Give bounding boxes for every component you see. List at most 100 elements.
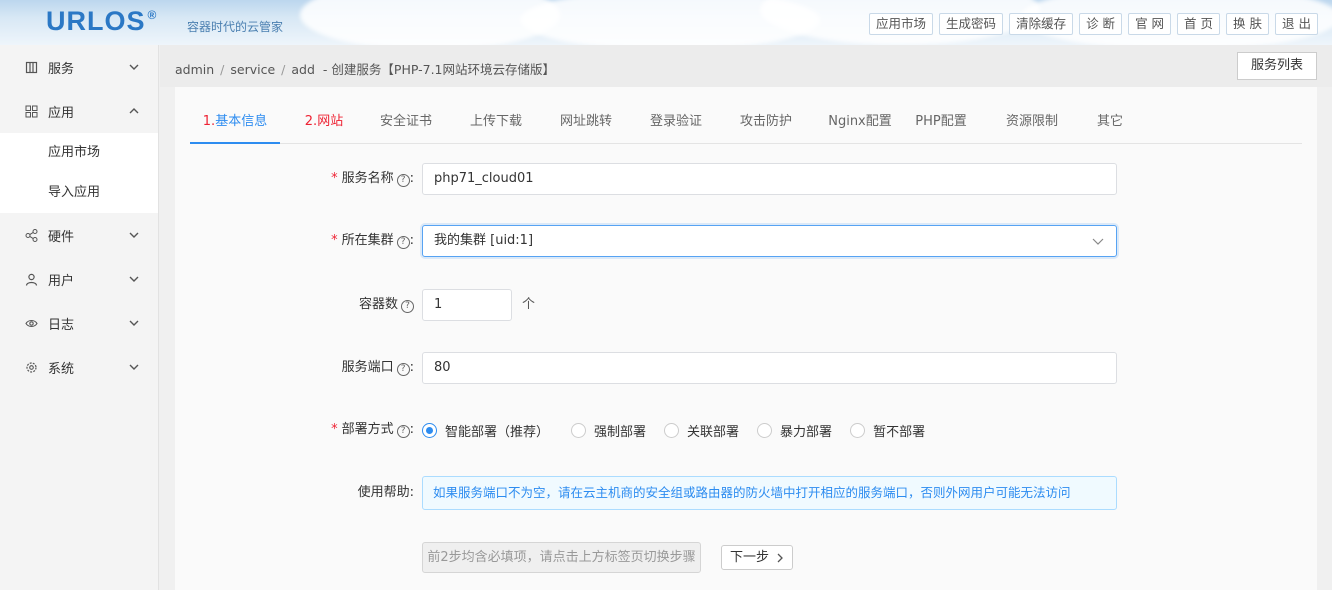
- help-question-icon[interactable]: ?: [396, 174, 410, 187]
- top-link-gen-password[interactable]: 生成密码: [939, 13, 1004, 35]
- radio-label: 强制部署: [594, 424, 647, 440]
- label-text: 所在集群: [341, 233, 394, 248]
- radio-circle[interactable]: [422, 422, 437, 438]
- steps-hint-button: 前2步均含必填项，请点击上方标签页切换步骤: [422, 542, 701, 573]
- radio-label: 关联部署: [687, 424, 740, 440]
- share-nodes-icon: [24, 228, 38, 242]
- sidebar-item-users[interactable]: 用户: [0, 257, 158, 301]
- gear-icon: [24, 360, 38, 374]
- tab-website[interactable]: 2.网站: [294, 106, 354, 144]
- containers-label: 容器数?: [359, 289, 414, 321]
- cluster-select[interactable]: 我的集群 [uid:1]: [422, 225, 1117, 257]
- user-icon: [24, 272, 38, 286]
- sidebar-item-apps[interactable]: 应用: [0, 89, 158, 133]
- sidebar-item-system[interactable]: 系统: [0, 345, 158, 389]
- tab-label: 基本信息: [215, 114, 268, 129]
- breadcrumb: admin / service / add - 创建服务【PHP-7.1网站环境云存储版】: [175, 59, 555, 78]
- service-name-label: * 服务名称?:: [331, 163, 414, 195]
- deploy-option-none[interactable]: 暂不部署: [850, 421, 925, 440]
- deploy-label: * 部署方式?:: [331, 414, 414, 446]
- sidebar-item-label: 服务: [48, 61, 75, 77]
- help-question-icon[interactable]: ?: [401, 300, 414, 313]
- deploy-option-brute[interactable]: 暴力部署: [757, 421, 832, 440]
- sidebar-item-logs[interactable]: 日志: [0, 301, 158, 345]
- tab-resource-limit[interactable]: 资源限制: [1000, 106, 1064, 144]
- active-tab-indicator: [190, 142, 280, 144]
- breadcrumb-item-service[interactable]: service: [230, 62, 275, 77]
- tab-login-auth[interactable]: 登录验证: [644, 106, 708, 144]
- page-title: 创建服务【PHP-7.1网站环境云存储版】: [331, 62, 556, 77]
- radio-circle[interactable]: [757, 422, 773, 438]
- top-link-clear-cache[interactable]: 清除缓存: [1009, 13, 1074, 35]
- tab-basic-info[interactable]: 1.基本信息: [190, 106, 280, 144]
- sidebar-item-hardware[interactable]: 硬件: [0, 213, 158, 257]
- tab-ssl-cert[interactable]: 安全证书: [374, 106, 438, 144]
- help-alert: 如果服务端口不为空，请在云主机商的安全组或路由器的防火墙中打开相应的服务端口，否…: [422, 476, 1117, 510]
- sidebar-subitem-app-market[interactable]: 应用市场: [0, 133, 158, 173]
- service-list-button[interactable]: 服务列表: [1237, 52, 1317, 80]
- label-colon: :: [409, 360, 414, 375]
- deploy-radio-group: 智能部署（推荐） 强制部署 关联部署 暴力部署 暂不部署: [422, 414, 943, 446]
- tab-bar: 1.基本信息 2.网站 安全证书 上传下载 网址跳转 登录验证 攻击防护 Ngi…: [190, 106, 1302, 144]
- label-text: 服务端口: [341, 360, 394, 375]
- tab-label: 网站: [317, 114, 344, 129]
- sidebar-subitem-import-app[interactable]: 导入应用: [0, 173, 158, 213]
- breadcrumb-dash: -: [322, 62, 328, 77]
- container-count-input[interactable]: 1: [422, 289, 512, 321]
- sidebar-item-label: 硬件: [48, 229, 75, 245]
- label-text: 服务名称: [341, 171, 394, 186]
- cluster-label: * 所在集群?:: [331, 225, 414, 257]
- top-link-app-market[interactable]: 应用市场: [869, 13, 934, 35]
- sidebar-item-service[interactable]: 服务: [0, 45, 158, 89]
- breadcrumb-item-admin[interactable]: admin: [175, 62, 214, 77]
- help-question-icon[interactable]: ?: [396, 236, 410, 249]
- top-link-logout[interactable]: 退 出: [1275, 13, 1318, 35]
- tab-nginx-config[interactable]: Nginx配置: [822, 106, 898, 144]
- chevron-up-icon: [129, 108, 139, 114]
- tab-php-config[interactable]: PHP配置: [910, 106, 972, 144]
- service-name-input[interactable]: php71_cloud01: [422, 163, 1117, 195]
- container-unit: 个: [522, 297, 536, 312]
- service-port-input[interactable]: 80: [422, 352, 1117, 384]
- chevron-down-icon: [129, 320, 139, 326]
- logo[interactable]: URLOS ®: [46, 6, 157, 37]
- breadcrumb-item-add: add: [291, 62, 315, 77]
- radio-circle[interactable]: [850, 422, 866, 438]
- slogan: 容器时代的云管家: [187, 20, 284, 34]
- top-link-official-site[interactable]: 官 网: [1128, 13, 1172, 35]
- tab-url-redirect[interactable]: 网址跳转: [554, 106, 618, 144]
- next-step-button[interactable]: 下一步: [721, 545, 793, 570]
- top-link-diagnose[interactable]: 诊 断: [1079, 13, 1123, 35]
- registered-mark: ®: [147, 8, 158, 22]
- eye-icon: [24, 316, 38, 330]
- tab-attack-protection[interactable]: 攻击防护: [734, 106, 798, 144]
- deploy-option-force[interactable]: 强制部署: [571, 421, 646, 440]
- required-mark: *: [331, 422, 338, 437]
- label-colon: :: [409, 233, 414, 248]
- top-link-home[interactable]: 首 页: [1177, 13, 1221, 35]
- breadcrumb-separator: /: [220, 62, 225, 77]
- tab-upload-download[interactable]: 上传下载: [464, 106, 528, 144]
- breadcrumb-bar: admin / service / add - 创建服务【PHP-7.1网站环境云存储版】…: [160, 45, 1332, 87]
- sidebar: 服务 应用 应用市场 导入应用 硬件 用户 日志 系统: [0, 45, 159, 590]
- sidebar-submenu-apps: 应用市场 导入应用: [0, 133, 158, 213]
- sidebar-item-label: 系统: [48, 361, 75, 377]
- help-question-icon[interactable]: ?: [396, 363, 410, 376]
- deploy-option-smart[interactable]: 智能部署（推荐）: [422, 421, 549, 440]
- label-colon: :: [409, 422, 414, 437]
- required-mark: *: [331, 171, 338, 186]
- tab-other[interactable]: 其它: [1092, 106, 1128, 144]
- label-colon: :: [409, 171, 414, 186]
- radio-circle[interactable]: [664, 422, 680, 438]
- grid-icon: [24, 104, 38, 118]
- book-icon: [24, 60, 38, 74]
- help-label: 使用帮助:: [357, 485, 414, 500]
- radio-label: 暴力部署: [780, 424, 833, 440]
- radio-circle[interactable]: [571, 422, 587, 438]
- label-text: 容器数: [358, 297, 398, 312]
- deploy-option-linked[interactable]: 关联部署: [664, 421, 739, 440]
- top-link-skin[interactable]: 换 肤: [1226, 13, 1270, 35]
- logo-text: URLOS: [46, 6, 146, 36]
- tab-step-number: 1.: [202, 114, 216, 129]
- help-question-icon[interactable]: ?: [396, 425, 410, 438]
